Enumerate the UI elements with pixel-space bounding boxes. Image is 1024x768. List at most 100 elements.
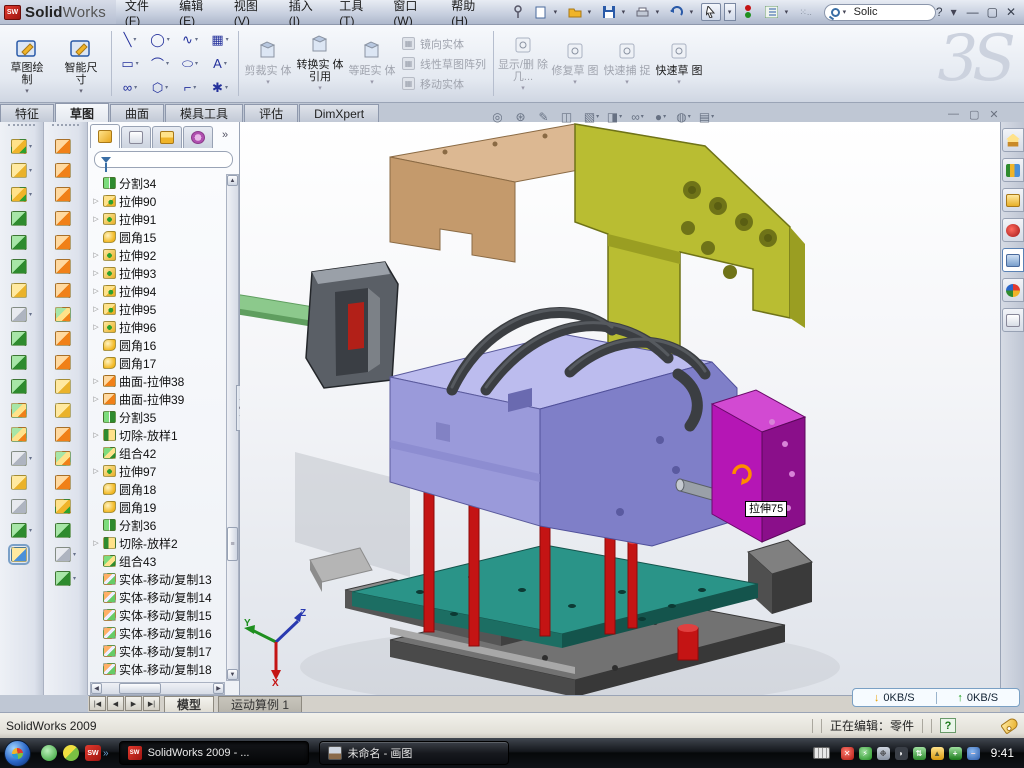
move-copy-body-icon[interactable]: ▾: [0, 422, 43, 446]
linear-sketch-pattern-icon[interactable]: ▦ 线性草图阵列: [402, 56, 486, 72]
reference-axis-icon[interactable]: ▾: [0, 494, 43, 518]
swept-boss-icon[interactable]: ▾: [0, 206, 43, 230]
options-caret[interactable]: ▾: [785, 8, 793, 16]
surface-fillet-icon[interactable]: ▾: [44, 518, 87, 542]
zoom-area-icon[interactable]: ⊛▾: [514, 108, 531, 125]
appearances-icon[interactable]: ●▾: [652, 108, 669, 125]
tab-nav-button[interactable]: |◀: [89, 696, 106, 711]
tree-item[interactable]: ▷ 拉伸90: [90, 192, 225, 210]
toolbar-grip[interactable]: [8, 124, 35, 132]
task-pane-tab[interactable]: [1002, 188, 1024, 212]
combine-icon[interactable]: ▾: [0, 398, 43, 422]
tree-item[interactable]: ▷ 组合43: [90, 552, 225, 570]
configurationmanager-tab[interactable]: [152, 126, 182, 148]
tree-item[interactable]: ▷ 圆角18: [90, 480, 225, 498]
point-icon[interactable]: ✱▾: [205, 76, 235, 100]
taskbar-window-button[interactable]: SW SolidWorks 2009 - ...: [119, 741, 309, 765]
command-right-button[interactable]: 快速捕 捉 ▾: [601, 25, 653, 102]
document-tab[interactable]: 模型: [164, 696, 214, 712]
restore-button[interactable]: ▢: [987, 5, 998, 19]
tray-icon[interactable]: ⇅: [913, 747, 926, 760]
lofted-surface-icon[interactable]: ▾: [44, 206, 87, 230]
split-icon[interactable]: ▾: [0, 350, 43, 374]
arc-icon[interactable]: ⌒▾: [145, 52, 175, 76]
lofted-boss-icon[interactable]: ▾: [0, 230, 43, 254]
tree-item[interactable]: ▷ 拉伸92: [90, 246, 225, 264]
tray-icon[interactable]: ◗: [895, 747, 908, 760]
sketch-picture-icon[interactable]: ▦▾: [205, 28, 235, 52]
clock[interactable]: 9:41: [991, 746, 1014, 760]
tree-item[interactable]: ▷ 实体-移动/复制18: [90, 660, 225, 678]
command-mid-button[interactable]: 剪裁实 体 ▾: [242, 25, 294, 102]
quick-launch-icon[interactable]: SW: [85, 745, 101, 761]
new-caret[interactable]: ▾: [554, 8, 562, 16]
display-style-icon[interactable]: ◨▾: [606, 108, 623, 125]
keyboard-layout-icon[interactable]: [813, 747, 830, 759]
tree-item[interactable]: ▷ 圆角15: [90, 228, 225, 246]
view-orientation-icon[interactable]: ▧▾: [583, 108, 600, 125]
tree-item[interactable]: ▷ 切除-放样1: [90, 426, 225, 444]
taskbar-window-button[interactable]: 未命名 - 画图: [319, 741, 509, 765]
doc-close-button[interactable]: ✕: [989, 108, 998, 121]
tab-nav-button[interactable]: ◀: [107, 696, 124, 711]
quick-tips-icon[interactable]: ?: [940, 718, 956, 733]
quick-launch-icon[interactable]: [63, 745, 79, 761]
close-button[interactable]: ✕: [1006, 5, 1016, 19]
undo-caret[interactable]: ▾: [690, 8, 698, 16]
quick-launch-icon[interactable]: [41, 745, 57, 761]
slot-icon[interactable]: ∞▾: [115, 76, 145, 100]
rectangle-icon[interactable]: ▭▾: [115, 52, 145, 76]
featuremanager-tab[interactable]: [90, 124, 120, 148]
tree-item[interactable]: ▷ 拉伸97: [90, 462, 225, 480]
tray-icon[interactable]: +: [949, 747, 962, 760]
task-pane-tab[interactable]: [1002, 128, 1024, 152]
tray-icon[interactable]: ❉: [877, 747, 890, 760]
doc-restore-button[interactable]: ▢: [969, 108, 979, 121]
spline-icon[interactable]: ∿▾: [175, 28, 205, 52]
tray-icon[interactable]: ⚡: [859, 747, 872, 760]
tree-filter-box[interactable]: [94, 151, 233, 168]
help-caret[interactable]: ▾: [951, 5, 959, 19]
document-tab[interactable]: 运动算例 1: [218, 696, 302, 712]
tree-item[interactable]: ▷ 实体-移动/复制16: [90, 624, 225, 642]
section-view-icon[interactable]: ◫▾: [560, 108, 577, 125]
extruded-surface-icon[interactable]: ▾: [44, 182, 87, 206]
swept-surface-icon[interactable]: ▾: [44, 134, 87, 158]
command-tab[interactable]: 模具工具: [165, 104, 243, 122]
tree-item[interactable]: ▷ 圆角19: [90, 498, 225, 516]
command-right-button[interactable]: 修复草 图 ▾: [549, 25, 601, 102]
open-caret[interactable]: ▾: [588, 8, 596, 16]
new-document-icon[interactable]: [531, 3, 551, 21]
fillet-icon[interactable]: ▾: [0, 182, 43, 206]
mirror-entities-icon[interactable]: ▦ 镜向实体: [402, 36, 486, 52]
offset-surface-icon[interactable]: ▾: [44, 302, 87, 326]
propertymanager-tab[interactable]: [121, 126, 151, 148]
tree-item[interactable]: ▷ 分割35: [90, 408, 225, 426]
sketch-icon[interactable]: 草图绘 制 ▾: [0, 25, 54, 102]
select-caret[interactable]: ▾: [724, 3, 736, 21]
save-caret[interactable]: ▾: [622, 8, 630, 16]
revolved-surface-icon[interactable]: ▾: [44, 158, 87, 182]
print-icon[interactable]: [633, 3, 653, 21]
task-pane-tab[interactable]: [1002, 248, 1024, 272]
tree-item[interactable]: ▷ 曲面-拉伸39: [90, 390, 225, 408]
text-icon[interactable]: A▾: [205, 52, 235, 76]
tag-icon[interactable]: [1000, 716, 1019, 734]
reference-point-icon[interactable]: ▾: [0, 446, 43, 470]
instant3d-icon[interactable]: ▾: [0, 542, 43, 566]
scrollbar-thumb[interactable]: ≡: [227, 527, 238, 561]
radiate-surface-icon[interactable]: ▾: [44, 326, 87, 350]
pin-icon[interactable]: [508, 3, 528, 21]
scene-icon[interactable]: ◍▾: [675, 108, 692, 125]
tree-item[interactable]: ▷ 实体-移动/复制14: [90, 588, 225, 606]
command-tab[interactable]: 曲面: [110, 104, 164, 122]
undo-icon[interactable]: [667, 3, 687, 21]
tree-item[interactable]: ▷ 实体-移动/复制17: [90, 642, 225, 660]
command-mid-button[interactable]: 等距实 体 ▾: [346, 25, 398, 102]
tab-nav-button[interactable]: ▶: [125, 696, 142, 711]
tree-item[interactable]: ▷ 拉伸95: [90, 300, 225, 318]
scroll-left-icon[interactable]: ◀: [91, 683, 102, 694]
command-right-button[interactable]: 显示/删 除几... ▾: [497, 25, 549, 102]
interference-lights-icon[interactable]: [739, 3, 759, 21]
extend-surface-icon[interactable]: ▾: [44, 470, 87, 494]
